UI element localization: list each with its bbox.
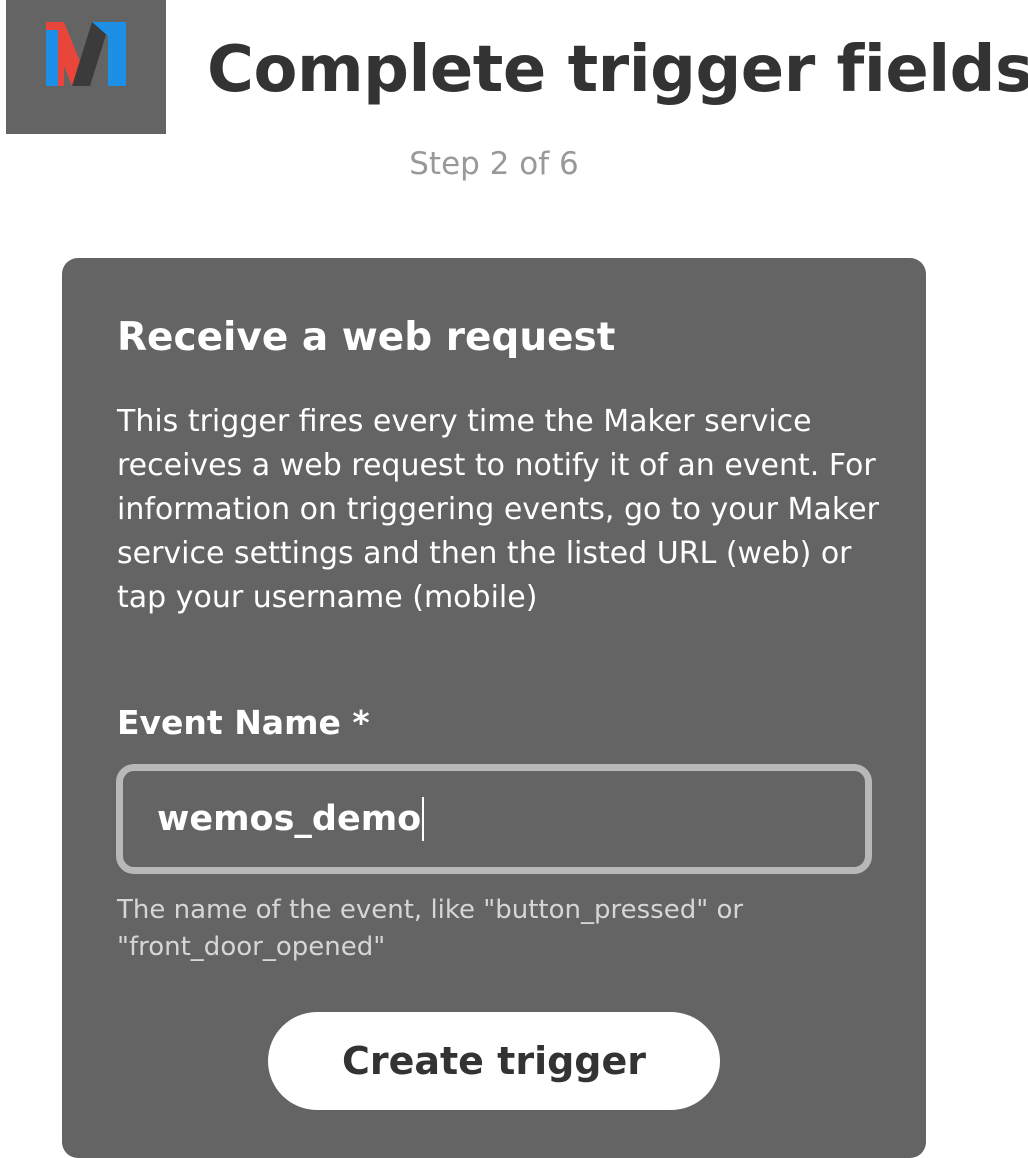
text-caret bbox=[422, 797, 425, 841]
event-name-input[interactable]: wemos_demo bbox=[116, 764, 872, 874]
trigger-card: Receive a web request This trigger fires… bbox=[62, 258, 926, 1158]
trigger-title: Receive a web request bbox=[117, 315, 616, 360]
event-name-help: The name of the event, like "button_pres… bbox=[117, 895, 744, 962]
create-trigger-button[interactable]: Create trigger bbox=[268, 1012, 720, 1110]
step-indicator: Step 2 of 6 bbox=[409, 146, 579, 182]
event-name-label: Event Name * bbox=[117, 703, 370, 742]
maker-logo-icon bbox=[6, 0, 166, 134]
trigger-description: This trigger fires every time the Maker … bbox=[117, 404, 879, 615]
page-title: Complete trigger fields bbox=[207, 33, 1028, 107]
event-name-value[interactable]: wemos_demo bbox=[157, 799, 421, 839]
